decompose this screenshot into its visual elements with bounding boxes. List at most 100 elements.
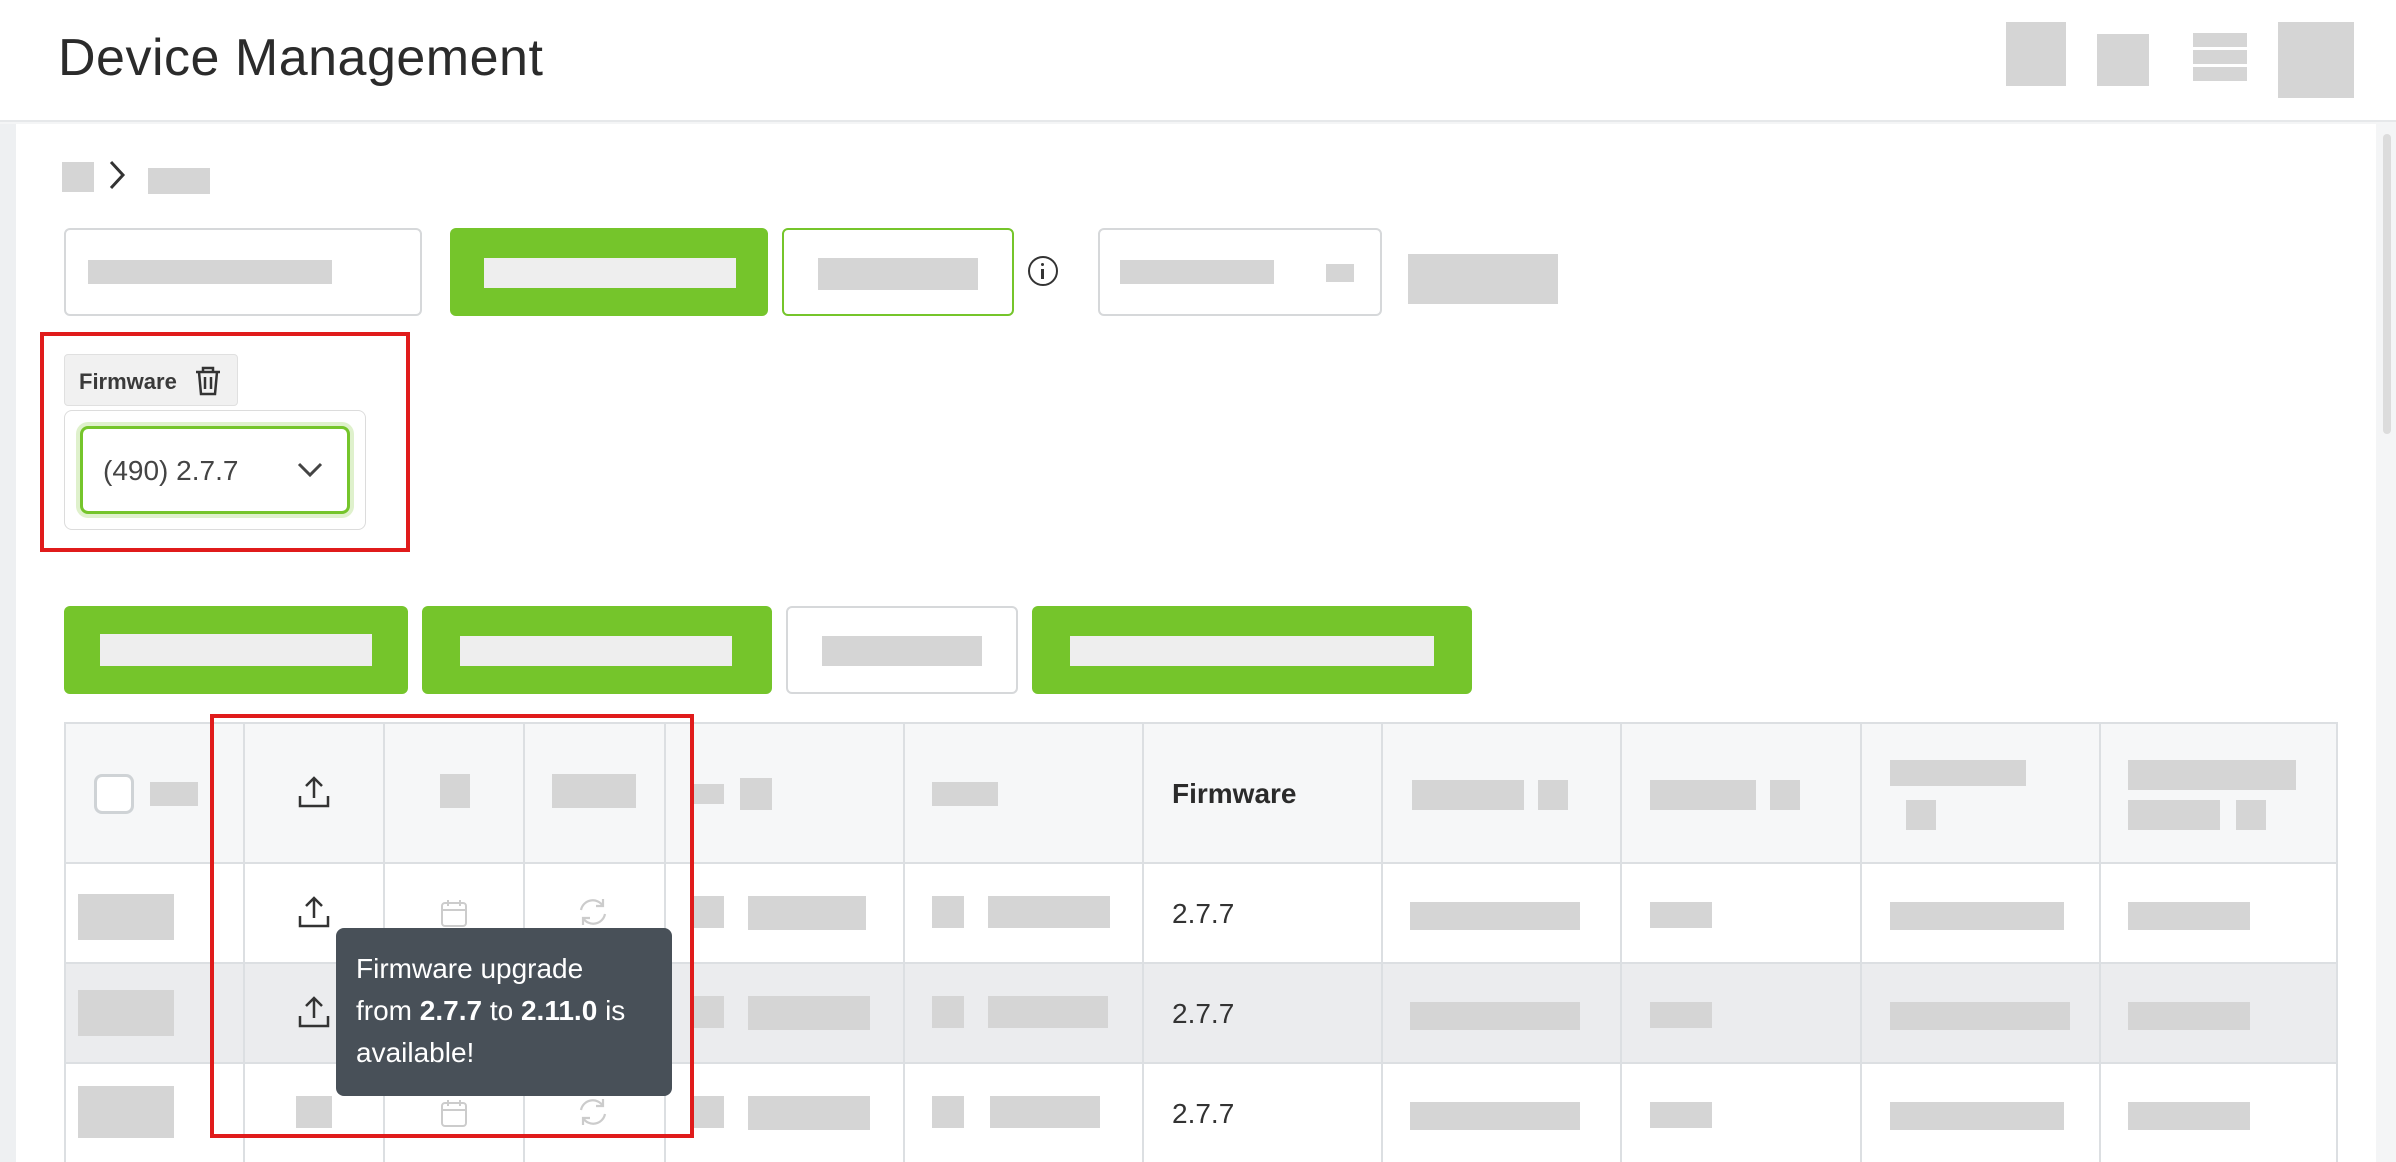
column-header-model[interactable] bbox=[932, 782, 998, 806]
device-name[interactable] bbox=[78, 894, 174, 940]
column-header-sync[interactable] bbox=[552, 774, 636, 808]
refresh-icon[interactable] bbox=[576, 1096, 610, 1133]
column-divider bbox=[2099, 724, 2101, 1162]
tooltip-to-version: 2.11.0 bbox=[520, 995, 598, 1026]
bulk-action-button-1[interactable] bbox=[64, 606, 408, 694]
firmware-cell: 2.7.7 bbox=[1172, 1098, 1235, 1129]
device-name[interactable] bbox=[78, 1086, 174, 1138]
column-header-6-sort[interactable] bbox=[1538, 780, 1568, 810]
column-header-schedule[interactable] bbox=[440, 774, 470, 808]
chevron-right-icon bbox=[106, 158, 128, 201]
menu-icon[interactable] bbox=[2193, 33, 2247, 87]
info-icon[interactable] bbox=[1028, 256, 1058, 286]
device-name[interactable] bbox=[78, 990, 174, 1036]
column-divider bbox=[1381, 724, 1383, 1162]
app-icon[interactable] bbox=[2006, 22, 2066, 86]
column-header-name[interactable] bbox=[150, 782, 198, 806]
cell-text bbox=[988, 996, 1108, 1028]
bulk-action-label-1 bbox=[100, 634, 372, 666]
bulk-action-button-2[interactable] bbox=[422, 606, 772, 694]
cell-text bbox=[1890, 1002, 2070, 1030]
column-header-7-sort[interactable] bbox=[1770, 780, 1800, 810]
tooltip-from-version: 2.7.7 bbox=[419, 995, 483, 1026]
column-header-9b[interactable] bbox=[2128, 800, 2220, 830]
primary-action-button[interactable] bbox=[450, 228, 768, 316]
left-rail bbox=[0, 124, 16, 1162]
scrollbar[interactable] bbox=[2383, 134, 2391, 434]
cell-text bbox=[748, 1096, 870, 1130]
sort-dropdown[interactable] bbox=[1098, 228, 1382, 316]
column-divider bbox=[1142, 724, 1144, 1162]
bulk-action-button-4[interactable] bbox=[1032, 606, 1472, 694]
cell-text bbox=[748, 896, 866, 930]
column-header-9-sort[interactable] bbox=[2236, 800, 2266, 830]
cell-icon bbox=[932, 896, 964, 928]
tooltip-line-3: available! bbox=[356, 1037, 475, 1068]
cell-icon bbox=[932, 1096, 964, 1128]
upload-icon bbox=[296, 774, 332, 815]
select-all-checkbox[interactable] bbox=[94, 774, 134, 814]
cell-text bbox=[1410, 1002, 1580, 1030]
cell-text bbox=[1410, 1102, 1580, 1130]
column-header-8[interactable] bbox=[1890, 760, 2026, 786]
filter-tag-firmware: Firmware bbox=[64, 354, 238, 406]
column-header-sort[interactable] bbox=[740, 778, 772, 810]
avatar[interactable] bbox=[2278, 22, 2354, 98]
column-divider bbox=[903, 724, 905, 1162]
primary-action-label bbox=[484, 258, 736, 288]
bulk-action-label-3 bbox=[822, 636, 982, 666]
column-header-9[interactable] bbox=[2128, 760, 2296, 790]
upload-placeholder bbox=[296, 1096, 332, 1128]
cell-text bbox=[1650, 902, 1712, 928]
tooltip-from-word: from bbox=[356, 995, 412, 1026]
cell-text bbox=[2128, 1102, 2250, 1130]
chevron-down-icon bbox=[295, 455, 325, 485]
secondary-action-button[interactable] bbox=[782, 228, 1014, 316]
cell-text bbox=[1890, 1102, 2064, 1130]
bulk-action-label-4 bbox=[1070, 636, 1434, 666]
column-header-icon bbox=[694, 784, 724, 804]
tooltip-line-1: Firmware upgrade bbox=[356, 953, 584, 984]
cell-text bbox=[1410, 902, 1580, 930]
cell-text bbox=[988, 896, 1110, 928]
column-header-firmware[interactable]: Firmware bbox=[1172, 778, 1297, 810]
upload-icon[interactable] bbox=[296, 894, 332, 935]
firmware-select-value: (490) 2.7.7 bbox=[103, 455, 239, 486]
search-input[interactable] bbox=[64, 228, 422, 316]
cell-text bbox=[1890, 902, 2064, 930]
sort-dropdown-chevron bbox=[1326, 264, 1354, 282]
cell-icon bbox=[694, 1096, 724, 1128]
tooltip-is-word: is bbox=[605, 995, 626, 1026]
toolbar-link[interactable] bbox=[1408, 254, 1558, 304]
firmware-cell: 2.7.7 bbox=[1172, 898, 1235, 929]
trash-icon[interactable] bbox=[193, 365, 223, 397]
breadcrumb-home-icon[interactable] bbox=[62, 162, 94, 192]
calendar-icon[interactable] bbox=[440, 1098, 468, 1133]
column-divider bbox=[243, 724, 245, 1162]
tooltip-line-2: from 2.7.7 to 2.11.0 is bbox=[356, 990, 652, 1032]
cell-text bbox=[1650, 1002, 1712, 1028]
cell-text bbox=[1650, 1102, 1712, 1128]
cell-text bbox=[2128, 902, 2250, 930]
secondary-action-label bbox=[818, 258, 978, 290]
sort-dropdown-label bbox=[1120, 260, 1274, 284]
bulk-action-button-3[interactable] bbox=[786, 606, 1018, 694]
firmware-cell: 2.7.7 bbox=[1172, 998, 1235, 1029]
breadcrumb-current[interactable] bbox=[148, 168, 210, 194]
column-header-7[interactable] bbox=[1650, 780, 1756, 810]
grid-icon[interactable] bbox=[2097, 34, 2149, 86]
column-header-6[interactable] bbox=[1412, 780, 1524, 810]
cell-icon bbox=[932, 996, 964, 1028]
cell-text bbox=[990, 1096, 1100, 1128]
upload-icon[interactable] bbox=[296, 994, 332, 1035]
page-title: Device Management bbox=[58, 29, 544, 87]
column-divider bbox=[1620, 724, 1622, 1162]
filter-tag-label: Firmware bbox=[79, 369, 177, 394]
cell-icon bbox=[694, 896, 724, 928]
column-header-8-sort[interactable] bbox=[1906, 800, 1936, 830]
cell-icon bbox=[694, 996, 724, 1028]
cell-text bbox=[2128, 1002, 2250, 1030]
firmware-upgrade-tooltip: Firmware upgrade from 2.7.7 to 2.11.0 is… bbox=[336, 928, 672, 1096]
firmware-select[interactable]: (490) 2.7.7 bbox=[80, 426, 350, 514]
column-divider bbox=[1860, 724, 1862, 1162]
